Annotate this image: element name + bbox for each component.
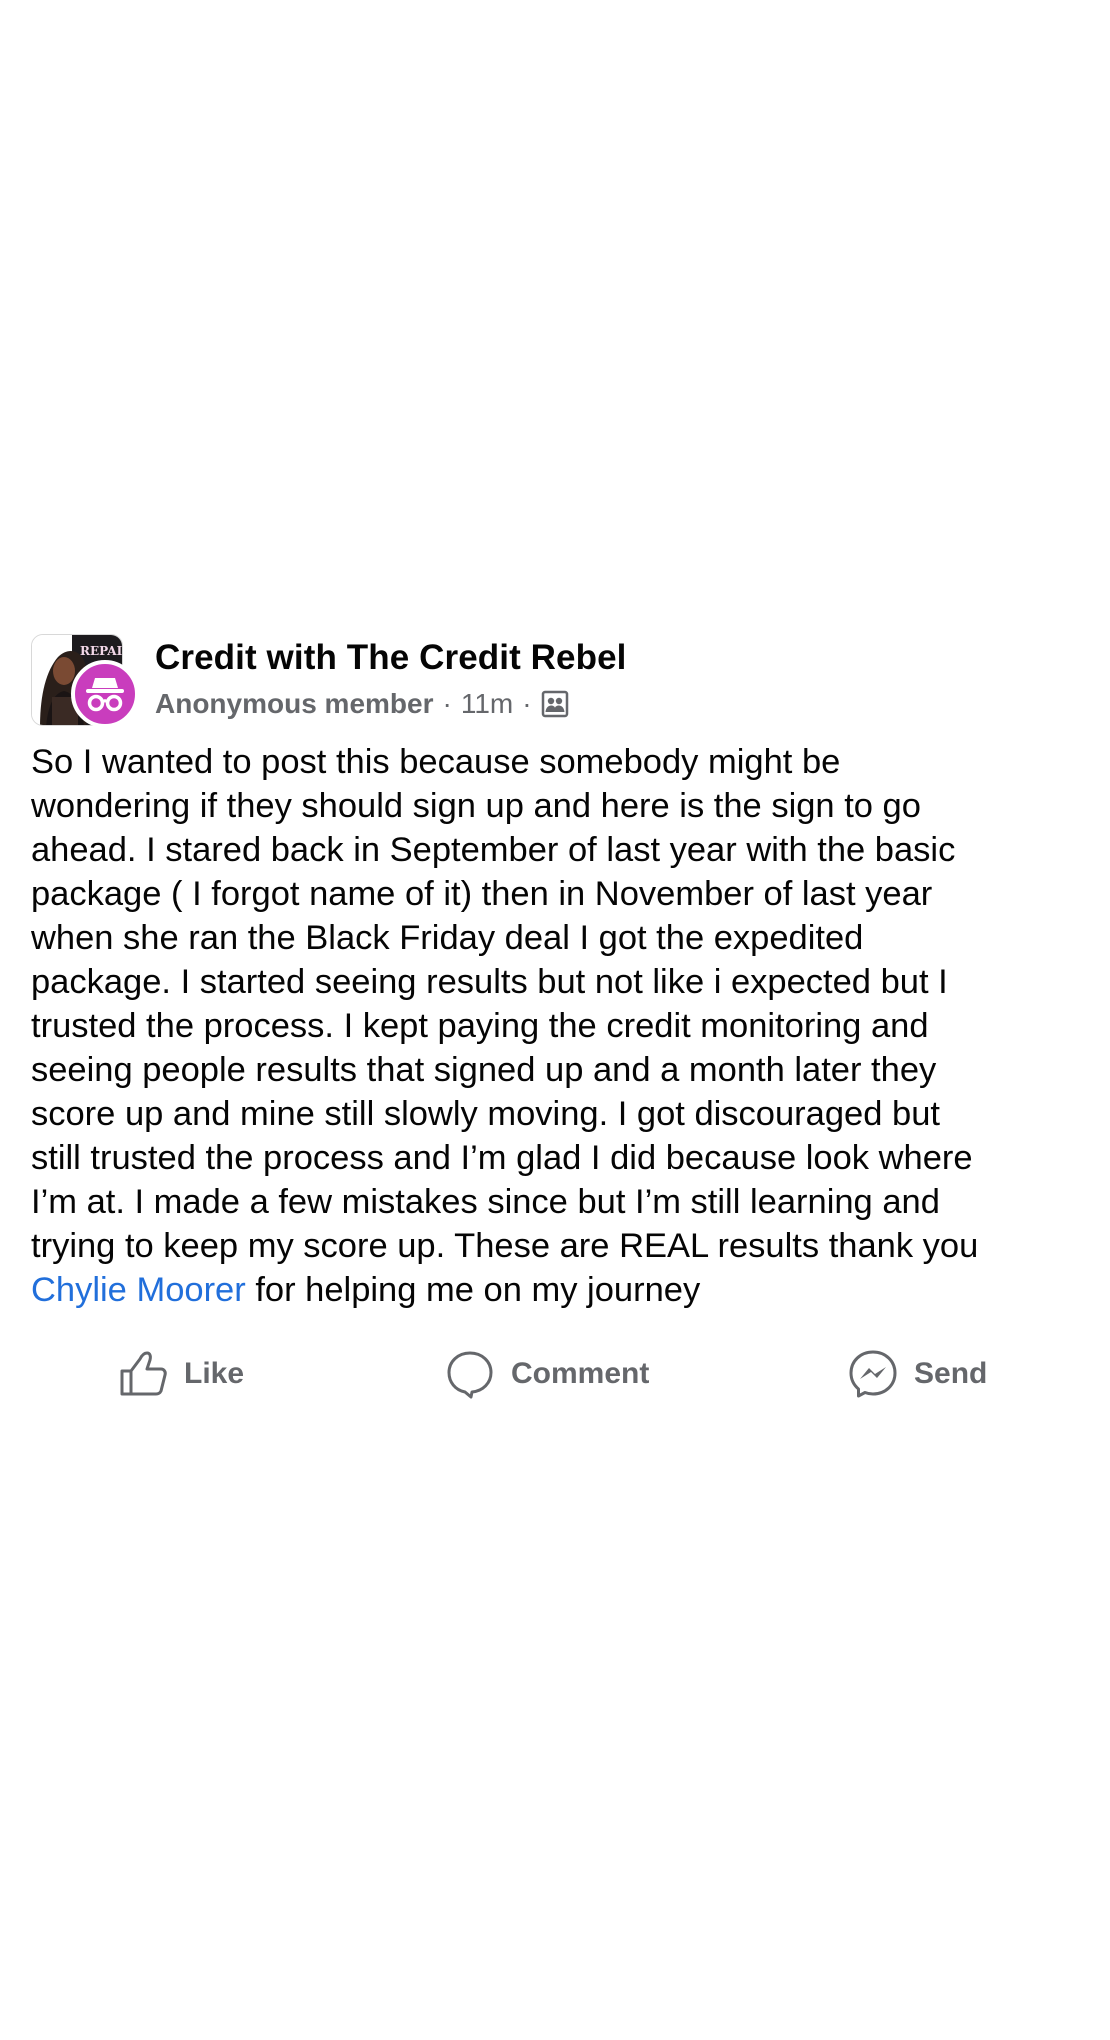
thumbs-up-icon (120, 1351, 167, 1396)
post-actions: Like Comment Send (0, 1344, 1110, 1404)
comment-button[interactable]: Comment (445, 1344, 649, 1404)
post-card: REPAI Credit with The Credit Rebel Anony… (0, 632, 1110, 1399)
send-button[interactable]: Send (848, 1344, 987, 1404)
group-avatar-label: REPAI (80, 644, 123, 658)
like-label: Like (184, 1357, 245, 1390)
post-timestamp[interactable]: 11m (461, 688, 513, 720)
post-body-text: So I wanted to post this because somebod… (31, 743, 979, 1265)
anonymous-avatar[interactable] (71, 660, 139, 728)
post-body: So I wanted to post this because somebod… (31, 740, 1076, 1312)
mention-link[interactable]: Chylie Moorer (31, 1271, 246, 1309)
group-name[interactable]: Credit with The Credit Rebel (155, 638, 626, 678)
post-body-tail: for helping me on my journey (245, 1271, 701, 1309)
like-button[interactable]: Like (118, 1344, 244, 1404)
meta-separator: · (442, 688, 452, 719)
post-header: REPAI Credit with The Credit Rebel Anony… (0, 632, 1110, 728)
messenger-icon (849, 1350, 897, 1398)
send-label: Send (914, 1357, 988, 1390)
group-audience-icon (541, 690, 568, 718)
incognito-icon (86, 678, 124, 712)
post-meta: Anonymous member · 11m · (155, 688, 569, 720)
author-name[interactable]: Anonymous member (155, 688, 434, 720)
avatar-stack[interactable]: REPAI (31, 634, 139, 728)
comment-label: Comment (511, 1357, 650, 1390)
meta-separator: · (522, 688, 532, 719)
comment-bubble-icon (447, 1351, 493, 1399)
